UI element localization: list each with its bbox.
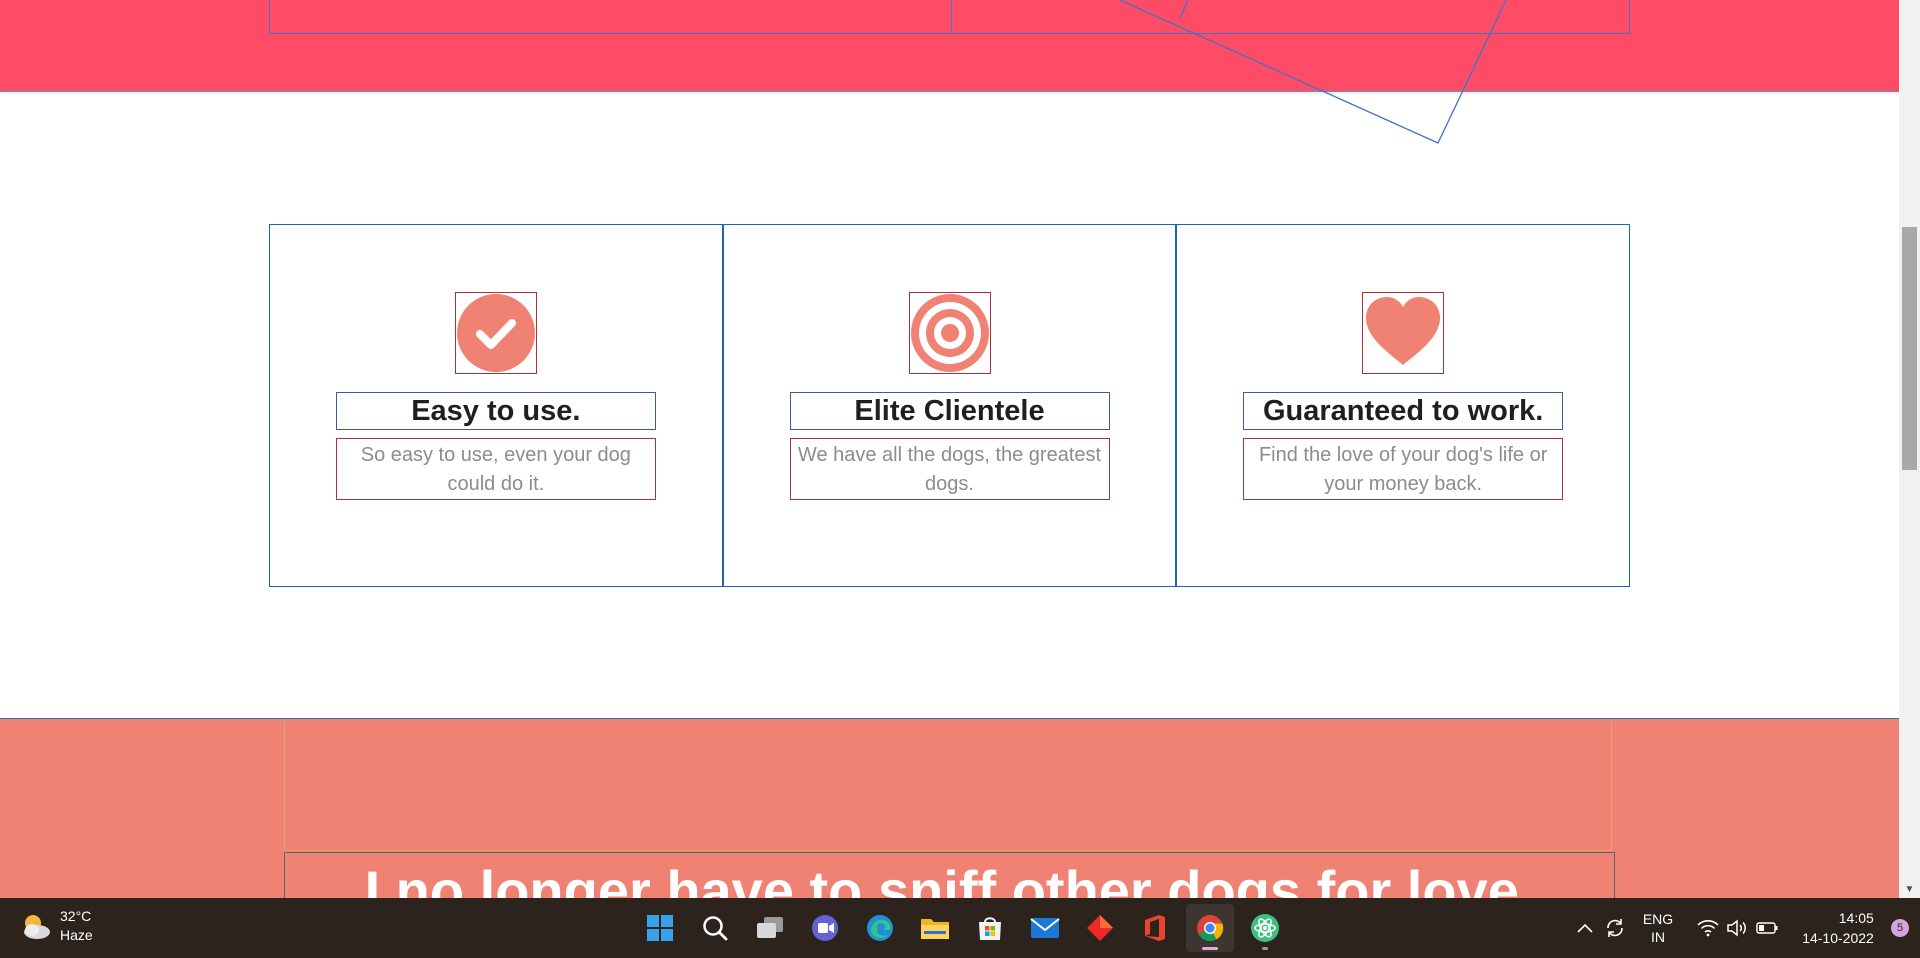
weather-haze-icon <box>20 910 52 942</box>
feature-title: Easy to use. <box>335 392 656 430</box>
hero-layout-box <box>269 0 952 34</box>
testimonial-section: I no longer have to sniff other dogs for… <box>0 718 1899 898</box>
notification-badge[interactable]: 5 <box>1880 919 1920 937</box>
feature-description: We have all the dogs, the greatest dogs. <box>789 438 1110 500</box>
clock-date: 14-10-2022 <box>1802 930 1874 946</box>
target-icon <box>908 292 991 374</box>
weather-condition: Haze <box>60 927 93 943</box>
edge-icon[interactable] <box>856 904 904 952</box>
wifi-icon[interactable] <box>1694 919 1722 937</box>
microsoft-store-icon[interactable] <box>966 904 1014 952</box>
weather-widget[interactable]: 32°C Haze <box>20 907 93 945</box>
weather-temperature: 32°C <box>60 908 92 924</box>
testimonial-quote: I no longer have to sniff other dogs for… <box>364 859 1535 899</box>
clock[interactable]: 14:05 14-10-2022 <box>1796 908 1880 948</box>
notification-count: 5 <box>1891 919 1909 937</box>
active-app-indicator <box>1202 947 1218 950</box>
system-tray: ENG IN 14:05 14-10-2022 5 <box>1572 898 1920 958</box>
hero-layout-box <box>951 0 1630 34</box>
windows-taskbar: 32°C Haze ENG IN 14:05 14-10-2022 5 <box>0 898 1920 958</box>
taskbar-apps <box>636 904 1289 952</box>
testimonial-spacer-box <box>284 721 1612 851</box>
hero-section-bottom <box>0 0 1899 92</box>
feature-card-elite: Elite Clientele We have all the dogs, th… <box>721 225 1176 586</box>
language-code: ENG <box>1642 911 1674 927</box>
feature-card-guaranteed: Guaranteed to work. Find the love of you… <box>1175 225 1629 586</box>
feature-description: Find the love of your dog's life or your… <box>1243 438 1564 500</box>
feature-title: Elite Clientele <box>789 392 1110 430</box>
chevron-up-icon[interactable] <box>1572 923 1598 933</box>
running-app-indicator <box>1262 947 1268 950</box>
features-section: Easy to use. So easy to use, even your d… <box>269 224 1630 587</box>
feature-title: Guaranteed to work. <box>1243 392 1564 430</box>
mail-icon[interactable] <box>1021 904 1069 952</box>
office-icon[interactable] <box>1131 904 1179 952</box>
file-explorer-icon[interactable] <box>911 904 959 952</box>
atom-icon[interactable] <box>1241 904 1289 952</box>
task-view-icon[interactable] <box>746 904 794 952</box>
teams-chat-icon[interactable] <box>801 904 849 952</box>
feature-description: So easy to use, even your dog could do i… <box>335 438 656 500</box>
vertical-scrollbar[interactable]: ▼ <box>1899 0 1920 898</box>
region-code: IN <box>1651 929 1665 945</box>
heart-icon <box>1362 292 1445 374</box>
scroll-down-arrow-icon[interactable]: ▼ <box>1899 881 1920 898</box>
battery-icon[interactable] <box>1752 921 1782 935</box>
feature-card-easy: Easy to use. So easy to use, even your d… <box>270 225 722 586</box>
browser-page: Easy to use. So easy to use, even your d… <box>0 0 1899 898</box>
scrollbar-thumb[interactable] <box>1902 227 1917 470</box>
checkmark-circle-icon <box>454 292 537 374</box>
clock-time: 14:05 <box>1838 910 1874 926</box>
volume-icon[interactable] <box>1722 919 1752 937</box>
windows-start-icon[interactable] <box>636 904 684 952</box>
sync-icon[interactable] <box>1598 917 1632 939</box>
language-indicator[interactable]: ENG IN <box>1632 910 1684 946</box>
testimonial-box: I no longer have to sniff other dogs for… <box>284 852 1615 898</box>
red-diamond-app-icon[interactable] <box>1076 904 1124 952</box>
chrome-icon[interactable] <box>1186 904 1234 952</box>
search-icon[interactable] <box>691 904 739 952</box>
